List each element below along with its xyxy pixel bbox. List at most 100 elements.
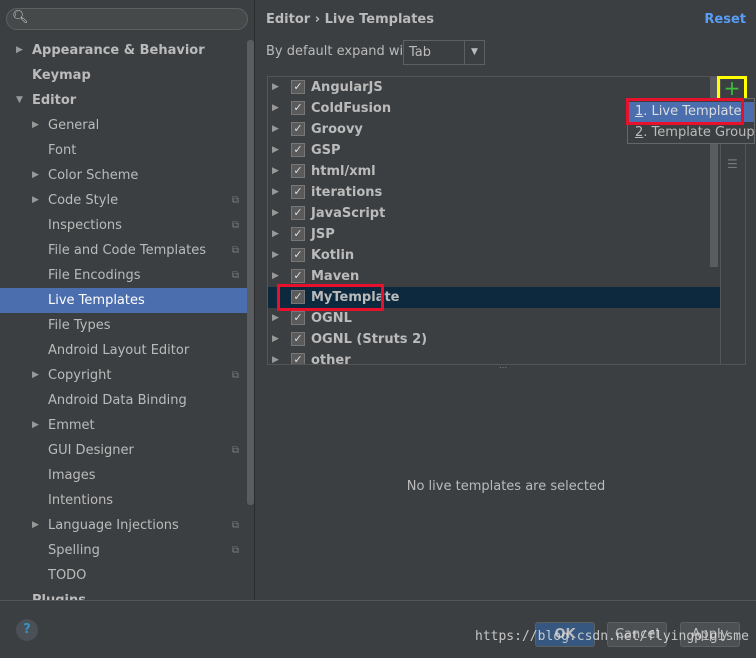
expand-arrow-icon[interactable]: ▶ xyxy=(272,182,279,203)
sidebar-item[interactable]: File and Code Templates ⧉ xyxy=(0,238,247,263)
sidebar-item[interactable]: TODO xyxy=(0,563,247,588)
expand-arrow-icon[interactable]: ▶ xyxy=(272,77,279,98)
dialog-footer: ? OK Cancel Apply https://blog.csdn.net/… xyxy=(0,600,756,658)
sidebar-item[interactable]: Plugins xyxy=(0,588,247,600)
expand-arrow-icon[interactable]: ▶ xyxy=(272,329,279,350)
expand-label: By default expand with xyxy=(266,44,417,59)
sidebar-item-label: Spelling xyxy=(48,543,100,558)
template-group-row[interactable]: ▶ ✓ AngularJS xyxy=(268,77,720,98)
sidebar-item[interactable]: GUI Designer ⧉ xyxy=(0,438,247,463)
enabled-checkbox[interactable]: ✓ xyxy=(291,248,305,262)
enabled-checkbox[interactable]: ✓ xyxy=(291,227,305,241)
expand-arrow-icon[interactable]: ▶ xyxy=(272,161,279,182)
enabled-checkbox[interactable]: ✓ xyxy=(291,143,305,157)
sidebar-item-label: Copyright xyxy=(48,368,112,383)
sidebar-item[interactable]: Images xyxy=(0,463,247,488)
chevron-right-icon[interactable]: ▶ xyxy=(16,38,23,63)
template-group-row[interactable]: ▶ ✓ OGNL (Struts 2) xyxy=(268,329,720,350)
enabled-checkbox[interactable]: ✓ xyxy=(291,101,305,115)
template-group-row[interactable]: ▶ ✓ other xyxy=(268,350,720,364)
sidebar-item[interactable]: ▶ Copyright ⧉ xyxy=(0,363,247,388)
sidebar-item[interactable]: ▶ Language Injections ⧉ xyxy=(0,513,247,538)
template-group-label: JavaScript xyxy=(311,206,386,221)
sidebar-item[interactable]: ▼ Editor xyxy=(0,88,247,113)
template-group-row[interactable]: ▶ ✓ JSP xyxy=(268,224,720,245)
enabled-checkbox[interactable]: ✓ xyxy=(291,80,305,94)
enabled-checkbox[interactable]: ✓ xyxy=(291,206,305,220)
template-group-label: OGNL xyxy=(311,311,352,326)
chevron-down-icon[interactable]: ▼ xyxy=(16,88,23,113)
sidebar-item[interactable]: Intentions xyxy=(0,488,247,513)
template-group-label: GSP xyxy=(311,143,341,158)
enabled-checkbox[interactable]: ✓ xyxy=(291,185,305,199)
sidebar-item-label: Keymap xyxy=(32,68,91,83)
dropdown-arrow-icon: ▼ xyxy=(464,41,484,64)
sidebar-item[interactable]: ▶ Color Scheme xyxy=(0,163,247,188)
chevron-right-icon[interactable]: ▶ xyxy=(32,513,39,538)
sidebar-item[interactable]: ▶ General xyxy=(0,113,247,138)
expand-arrow-icon[interactable]: ▶ xyxy=(272,245,279,266)
expand-arrow-icon[interactable]: ▶ xyxy=(272,308,279,329)
template-group-row[interactable]: ▶ ✓ Kotlin xyxy=(268,245,720,266)
template-group-row[interactable]: ▶ ✓ JavaScript xyxy=(268,203,720,224)
menu-label: . Template Group... xyxy=(643,125,756,140)
sidebar-item-label: Appearance & Behavior xyxy=(32,43,205,58)
template-group-label: JSP xyxy=(311,227,335,242)
sidebar-item[interactable]: Inspections ⧉ xyxy=(0,213,247,238)
live-templates-panel: Editor › Live Templates Reset By default… xyxy=(256,0,756,600)
expand-arrow-icon[interactable]: ▶ xyxy=(272,224,279,245)
template-group-label: html/xml xyxy=(311,164,376,179)
sidebar-item[interactable]: Font xyxy=(0,138,247,163)
sidebar-item-label: General xyxy=(48,118,100,133)
chevron-right-icon[interactable]: ▶ xyxy=(32,363,39,388)
expand-arrow-icon[interactable]: ▶ xyxy=(272,350,279,364)
template-group-label: AngularJS xyxy=(311,80,383,95)
copy-icon[interactable]: ☰ xyxy=(727,157,738,171)
project-scope-icon: ⧉ xyxy=(231,545,239,556)
sidebar-item-label: File Types xyxy=(48,318,111,333)
help-button[interactable]: ? xyxy=(16,619,38,641)
sidebar-item-label: Font xyxy=(48,143,77,158)
sidebar-item[interactable]: ▶ Code Style ⧉ xyxy=(0,188,247,213)
sidebar-item-label: Editor xyxy=(32,93,77,108)
chevron-right-icon[interactable]: ▶ xyxy=(32,113,39,138)
sidebar-item[interactable]: Live Templates xyxy=(0,288,247,313)
search-input[interactable]: 🔍︎ xyxy=(6,8,248,30)
enabled-checkbox[interactable]: ✓ xyxy=(291,269,305,283)
sidebar-item-label: Android Data Binding xyxy=(48,393,187,408)
search-icon: 🔍︎ xyxy=(12,10,29,25)
sidebar-item[interactable]: Spelling ⧉ xyxy=(0,538,247,563)
sidebar-item[interactable]: Android Data Binding xyxy=(0,388,247,413)
chevron-right-icon[interactable]: ▶ xyxy=(32,413,39,438)
menu-item-template-group[interactable]: 2. Template Group... xyxy=(628,123,756,143)
enabled-checkbox[interactable]: ✓ xyxy=(291,122,305,136)
sidebar-item[interactable]: File Encodings ⧉ xyxy=(0,263,247,288)
expand-arrow-icon[interactable]: ▶ xyxy=(272,203,279,224)
sidebar-scrollbar[interactable] xyxy=(247,40,254,505)
chevron-right-icon[interactable]: ▶ xyxy=(32,163,39,188)
template-group-row[interactable]: ▶ ✓ html/xml xyxy=(268,161,720,182)
sidebar-item-label: Android Layout Editor xyxy=(48,343,190,358)
sidebar-item-label: Code Style xyxy=(48,193,119,208)
template-group-row[interactable]: ▶ ✓ iterations xyxy=(268,182,720,203)
sidebar-item[interactable]: ▶ Emmet xyxy=(0,413,247,438)
sidebar-item-label: Inspections xyxy=(48,218,122,233)
expand-arrow-icon[interactable]: ▶ xyxy=(272,119,279,140)
chevron-right-icon[interactable]: ▶ xyxy=(32,188,39,213)
expand-arrow-icon[interactable]: ▶ xyxy=(272,98,279,119)
sidebar-item[interactable]: Android Layout Editor xyxy=(0,338,247,363)
expand-arrow-icon[interactable]: ▶ xyxy=(272,140,279,161)
resize-handle[interactable]: ⋯ xyxy=(499,363,507,372)
enabled-checkbox[interactable]: ✓ xyxy=(291,332,305,346)
enabled-checkbox[interactable]: ✓ xyxy=(291,311,305,325)
sidebar-item[interactable]: File Types xyxy=(0,313,247,338)
sidebar-item[interactable]: Keymap xyxy=(0,63,247,88)
watermark: https://blog.csdn.net/flyingpigisme xyxy=(475,629,749,644)
enabled-checkbox[interactable]: ✓ xyxy=(291,164,305,178)
enabled-checkbox[interactable]: ✓ xyxy=(291,353,305,364)
reset-link[interactable]: Reset xyxy=(704,12,746,27)
sidebar-item-label: Emmet xyxy=(48,418,95,433)
sidebar-item[interactable]: ▶ Appearance & Behavior xyxy=(0,38,247,63)
template-group-row[interactable]: ▶ ✓ OGNL xyxy=(268,308,720,329)
expand-with-select[interactable]: Tab ▼ xyxy=(403,40,485,65)
